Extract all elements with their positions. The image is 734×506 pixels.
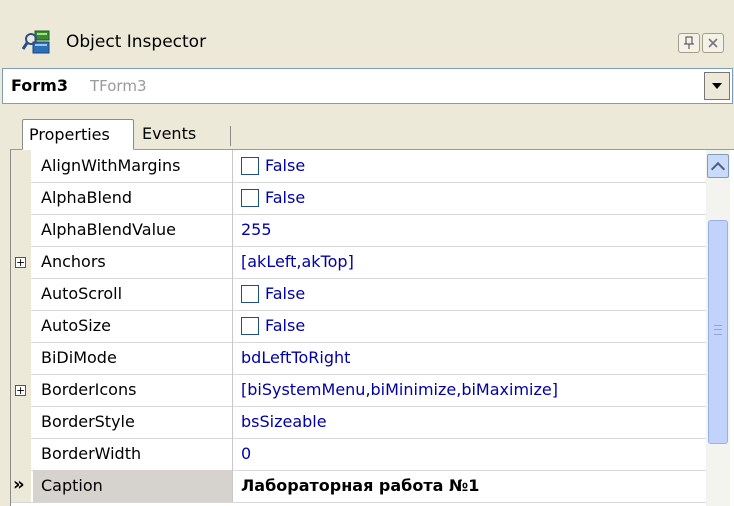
row-gutter xyxy=(11,214,31,246)
property-row[interactable]: AlphaBlend False xyxy=(11,182,707,215)
grip-icon xyxy=(714,325,722,335)
scroll-thumb[interactable] xyxy=(708,220,728,444)
property-name: AlphaBlendValue xyxy=(33,214,233,246)
property-name: AlignWithMargins xyxy=(33,150,233,182)
window-title: Object Inspector xyxy=(66,32,207,52)
property-name: BorderStyle xyxy=(33,406,233,438)
property-value[interactable]: 0 xyxy=(235,438,707,470)
property-name: BorderWidth xyxy=(33,438,233,470)
tab-events[interactable]: Events xyxy=(136,119,236,150)
row-gutter xyxy=(11,278,31,310)
checkbox[interactable] xyxy=(241,317,259,335)
property-row[interactable]: BiDiMode bdLeftToRight xyxy=(11,342,707,375)
checkbox[interactable] xyxy=(241,285,259,303)
property-row[interactable]: AlignWithMargins False xyxy=(11,150,707,183)
property-row[interactable]: BorderStyle bsSizeable xyxy=(11,406,707,439)
vertical-scrollbar[interactable] xyxy=(706,150,730,506)
property-value[interactable]: False xyxy=(235,278,707,310)
property-name: AutoScroll xyxy=(33,278,233,310)
checkbox[interactable] xyxy=(241,189,259,207)
tab-bar: Properties Events xyxy=(0,110,734,150)
property-name: AlphaBlend xyxy=(33,182,233,214)
expand-plus-icon[interactable]: + xyxy=(15,257,26,268)
object-inspector-icon xyxy=(21,28,52,56)
property-value[interactable]: Лабораторная работа №1 xyxy=(235,470,707,502)
property-value[interactable]: bsSizeable xyxy=(235,406,707,438)
row-gutter xyxy=(11,182,31,214)
value-text: False xyxy=(265,188,306,207)
property-row[interactable]: + BorderIcons [biSystemMenu,biMinimize,b… xyxy=(11,374,707,407)
component-type: TForm3 xyxy=(90,77,147,95)
property-row-selected[interactable]: » Caption Лабораторная работа №1 xyxy=(11,470,707,503)
property-name: AutoSize xyxy=(33,310,233,342)
component-name: Form3 xyxy=(11,76,68,95)
title-bar: Object Inspector xyxy=(0,22,734,64)
row-gutter: » xyxy=(11,470,31,502)
value-text: False xyxy=(265,284,306,303)
checkbox[interactable] xyxy=(241,157,259,175)
row-gutter xyxy=(11,406,31,438)
tab-properties[interactable]: Properties xyxy=(22,119,134,150)
row-gutter xyxy=(11,438,31,470)
property-value[interactable]: False xyxy=(235,150,707,182)
expand-plus-icon[interactable]: + xyxy=(15,385,26,396)
property-value[interactable]: [akLeft,akTop] xyxy=(235,246,707,278)
property-row[interactable]: AutoScroll False xyxy=(11,278,707,311)
property-value[interactable]: 255 xyxy=(235,214,707,246)
property-grid: AlignWithMargins False AlphaBlend False … xyxy=(10,150,734,506)
property-name: BiDiMode xyxy=(33,342,233,374)
row-gutter: + xyxy=(11,374,31,406)
scroll-up-icon[interactable] xyxy=(707,154,729,178)
chevron-down-icon[interactable] xyxy=(704,72,730,100)
value-text: False xyxy=(265,316,306,335)
property-name: BorderIcons xyxy=(33,374,233,406)
row-gutter xyxy=(11,150,31,182)
property-row[interactable]: BorderWidth 0 xyxy=(11,438,707,471)
row-gutter xyxy=(11,342,31,374)
property-value[interactable]: bdLeftToRight xyxy=(235,342,707,374)
value-text: False xyxy=(265,156,306,175)
tab-separator xyxy=(230,126,231,146)
current-row-marker: » xyxy=(13,474,25,495)
property-row[interactable]: AlphaBlendValue 255 xyxy=(11,214,707,247)
row-gutter: + xyxy=(11,246,31,278)
property-row[interactable]: + Anchors [akLeft,akTop] xyxy=(11,246,707,279)
pin-icon[interactable] xyxy=(678,33,700,53)
property-value[interactable]: False xyxy=(235,310,707,342)
property-value[interactable]: False xyxy=(235,182,707,214)
property-name: Anchors xyxy=(33,246,233,278)
property-row[interactable]: AutoSize False xyxy=(11,310,707,343)
component-selector[interactable]: Form3 TForm3 xyxy=(2,68,733,104)
close-icon[interactable] xyxy=(702,33,724,53)
property-value[interactable]: [biSystemMenu,biMinimize,biMaximize] xyxy=(235,374,707,406)
property-name: Caption xyxy=(33,470,233,502)
row-gutter xyxy=(11,310,31,342)
